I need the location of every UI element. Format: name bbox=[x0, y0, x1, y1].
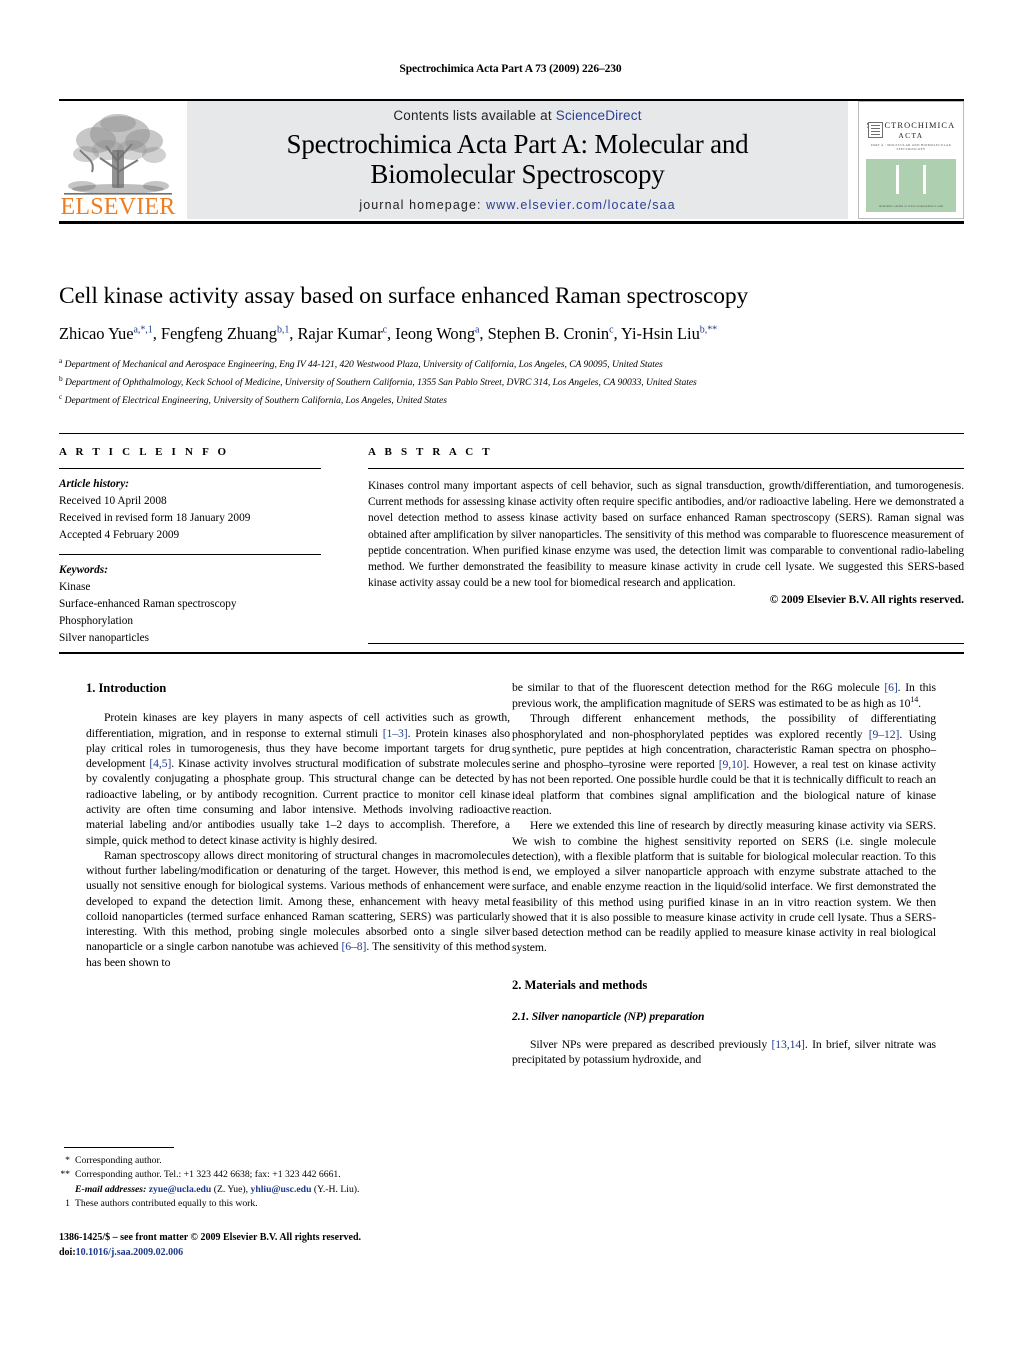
footnote-text: Corresponding author. bbox=[75, 1155, 162, 1166]
body-column-left: 1. Introduction Protein kinases are key … bbox=[86, 680, 510, 970]
footnote-item: 1 These authors contributed equally to t… bbox=[59, 1197, 489, 1211]
page-title: Cell kinase activity assay based on surf… bbox=[59, 283, 749, 309]
journal-title-line-1: Spectrochimica Acta Part A: Molecular an… bbox=[286, 129, 749, 160]
doi-link[interactable]: 10.1016/j.saa.2009.02.006 bbox=[76, 1247, 184, 1258]
footnote-mark: ** bbox=[60, 1169, 70, 1181]
body-column-right: be similar to that of the fluorescent de… bbox=[512, 680, 936, 1068]
body-paragraph: Raman spectroscopy allows direct monitor… bbox=[86, 848, 510, 969]
footnote-item-emails: E-mail addresses: zyue@ucla.edu (Z. Yue)… bbox=[59, 1183, 489, 1197]
footnote-mark bbox=[59, 1183, 75, 1197]
footnote-text: These authors contributed equally to thi… bbox=[75, 1198, 258, 1210]
article-history-received: Received 10 April 2008 bbox=[59, 494, 167, 507]
masthead-bottom-rule bbox=[59, 221, 964, 224]
sciencedirect-link[interactable]: ScienceDirect bbox=[556, 108, 642, 123]
keyword-item: Phosphorylation bbox=[59, 614, 134, 627]
article-history-group: Article history: Received 10 April 2008 … bbox=[59, 476, 321, 544]
footnote-mark: 1 bbox=[65, 1198, 70, 1210]
running-head: Spectrochimica Acta Part A 73 (2009) 226… bbox=[399, 63, 622, 75]
abstract-text: Kinases control many important aspects o… bbox=[368, 480, 964, 590]
contents-lists-line: Contents lists available at ScienceDirec… bbox=[393, 108, 641, 123]
keyword-item: Silver nanoparticles bbox=[59, 631, 150, 644]
cover-footer-text: Available online at www.sciencedirect.co… bbox=[878, 204, 944, 208]
keyword-item: Kinase bbox=[59, 580, 91, 593]
info-section-top-rule bbox=[59, 433, 964, 434]
article-info-heading: A R T I C L E I N F O bbox=[59, 446, 230, 458]
elsevier-logo: ELSEVIER bbox=[59, 101, 177, 219]
contents-lists-prefix: Contents lists available at bbox=[393, 108, 556, 124]
journal-title-line-2: Biomolecular Spectroscopy bbox=[370, 158, 665, 189]
keywords-label: Keywords: bbox=[59, 563, 108, 576]
title-block: Cell kinase activity assay based on surf… bbox=[59, 283, 964, 409]
body-paragraph: Protein kinases are key players in many … bbox=[86, 711, 510, 847]
body-paragraph: Here we extended this line of research b… bbox=[512, 819, 936, 955]
affiliation-c-mark: c bbox=[59, 391, 63, 401]
affiliation-b: b Department of Ophthalmology, Keck Scho… bbox=[59, 373, 964, 391]
body-paragraph: Through different enhancement methods, t… bbox=[512, 712, 936, 818]
section-heading-materials-and-methods: 2. Materials and methods bbox=[512, 977, 648, 992]
journal-banner: Contents lists available at ScienceDirec… bbox=[187, 101, 848, 219]
affiliation-a: a Department of Mechanical and Aerospace… bbox=[59, 355, 964, 373]
footnote-separator-rule bbox=[64, 1147, 174, 1148]
keywords-rule bbox=[59, 553, 321, 555]
body-paragraph: Silver NPs were prepared as described pr… bbox=[512, 1038, 937, 1067]
author-list: Zhicao Yuea,*,1, Fengfeng Zhuangb,1, Raj… bbox=[59, 324, 718, 344]
abstract-heading: A B S T R A C T bbox=[368, 446, 493, 458]
footnote-text: Corresponding author. Tel.: +1 323 442 6… bbox=[75, 1169, 341, 1181]
affiliation-b-text: Department of Ophthalmology, Keck School… bbox=[65, 377, 697, 389]
imprint-block: 1386-1425/$ – see front matter © 2009 El… bbox=[59, 1230, 509, 1260]
journal-homepage-label: journal homepage: bbox=[359, 197, 487, 212]
journal-homepage-line: journal homepage: www.elsevier.com/locat… bbox=[359, 198, 675, 212]
info-section-bottom-rule bbox=[59, 652, 964, 654]
journal-article-page: Spectrochimica Acta Part A 73 (2009) 226… bbox=[0, 0, 1021, 1351]
article-history-accepted: Accepted 4 February 2009 bbox=[59, 528, 180, 541]
subsection-heading-silver-nanoparticle-preparation: 2.1. Silver nanoparticle (NP) preparatio… bbox=[512, 1010, 705, 1024]
elsevier-tree-icon bbox=[62, 110, 174, 196]
keyword-item: Surface-enhanced Raman spectroscopy bbox=[59, 597, 237, 610]
journal-cover-thumbnail: SPECTROCHIMICA ACTA PART A : MOLECULAR A… bbox=[858, 101, 964, 219]
footnote-item: * Corresponding author. bbox=[59, 1154, 489, 1168]
article-info-column: A R T I C L E I N F O Article history: R… bbox=[59, 446, 321, 646]
keywords-group: Keywords: Kinase Surface-enhanced Raman … bbox=[59, 562, 321, 647]
footnote-block: * Corresponding author. ** Corresponding… bbox=[59, 1154, 489, 1211]
cover-artwork: Available online at www.sciencedirect.co… bbox=[866, 159, 956, 212]
journal-title: Spectrochimica Acta Part A: Molecular an… bbox=[287, 130, 749, 188]
affiliation-c-text: Department of Electrical Engineering, Un… bbox=[64, 395, 447, 407]
footnote-email-text[interactable]: E-mail addresses: zyue@ucla.edu (Z. Yue)… bbox=[75, 1183, 489, 1197]
footnote-item: ** Corresponding author. Tel.: +1 323 44… bbox=[59, 1168, 489, 1182]
journal-homepage-url[interactable]: www.elsevier.com/locate/saa bbox=[486, 198, 676, 212]
abstract-bottom-rule bbox=[368, 643, 964, 644]
affiliation-c: c Department of Electrical Engineering, … bbox=[59, 391, 964, 409]
affiliation-b-mark: b bbox=[59, 373, 63, 383]
abstract-copyright: © 2009 Elsevier B.V. All rights reserved… bbox=[769, 594, 964, 607]
cover-journal-subtitle: PART A : MOLECULAR AND BIOMOLECULAR SPEC… bbox=[870, 143, 952, 151]
abstract-column: A B S T R A C T Kinases control many imp… bbox=[368, 446, 964, 606]
affiliation-a-mark: a bbox=[59, 355, 63, 365]
journal-masthead: ELSEVIER Contents lists available at Sci… bbox=[59, 99, 964, 224]
imprint-front-matter: 1386-1425/$ – see front matter © 2009 El… bbox=[59, 1232, 362, 1243]
cover-publisher-mark-icon bbox=[868, 122, 883, 138]
doi-label: doi: bbox=[59, 1247, 76, 1258]
article-info-rule bbox=[59, 468, 321, 469]
affiliation-a-text: Department of Mechanical and Aerospace E… bbox=[64, 359, 663, 370]
footnote-mark: * bbox=[65, 1155, 70, 1166]
article-history-label: Article history: bbox=[59, 478, 129, 490]
article-history-revised: Received in revised form 18 January 2009 bbox=[59, 511, 251, 524]
abstract-rule bbox=[368, 468, 964, 469]
body-paragraph: be similar to that of the fluorescent de… bbox=[512, 681, 936, 711]
cover-artwork-bar-1 bbox=[896, 165, 899, 194]
imprint-doi-line: doi:10.1016/j.saa.2009.02.006 bbox=[59, 1245, 509, 1260]
section-heading-introduction: 1. Introduction bbox=[86, 681, 167, 695]
affiliation-list: a Department of Mechanical and Aerospace… bbox=[59, 355, 964, 409]
elsevier-wordmark: ELSEVIER bbox=[60, 194, 176, 220]
cover-artwork-bar-2 bbox=[923, 165, 926, 194]
